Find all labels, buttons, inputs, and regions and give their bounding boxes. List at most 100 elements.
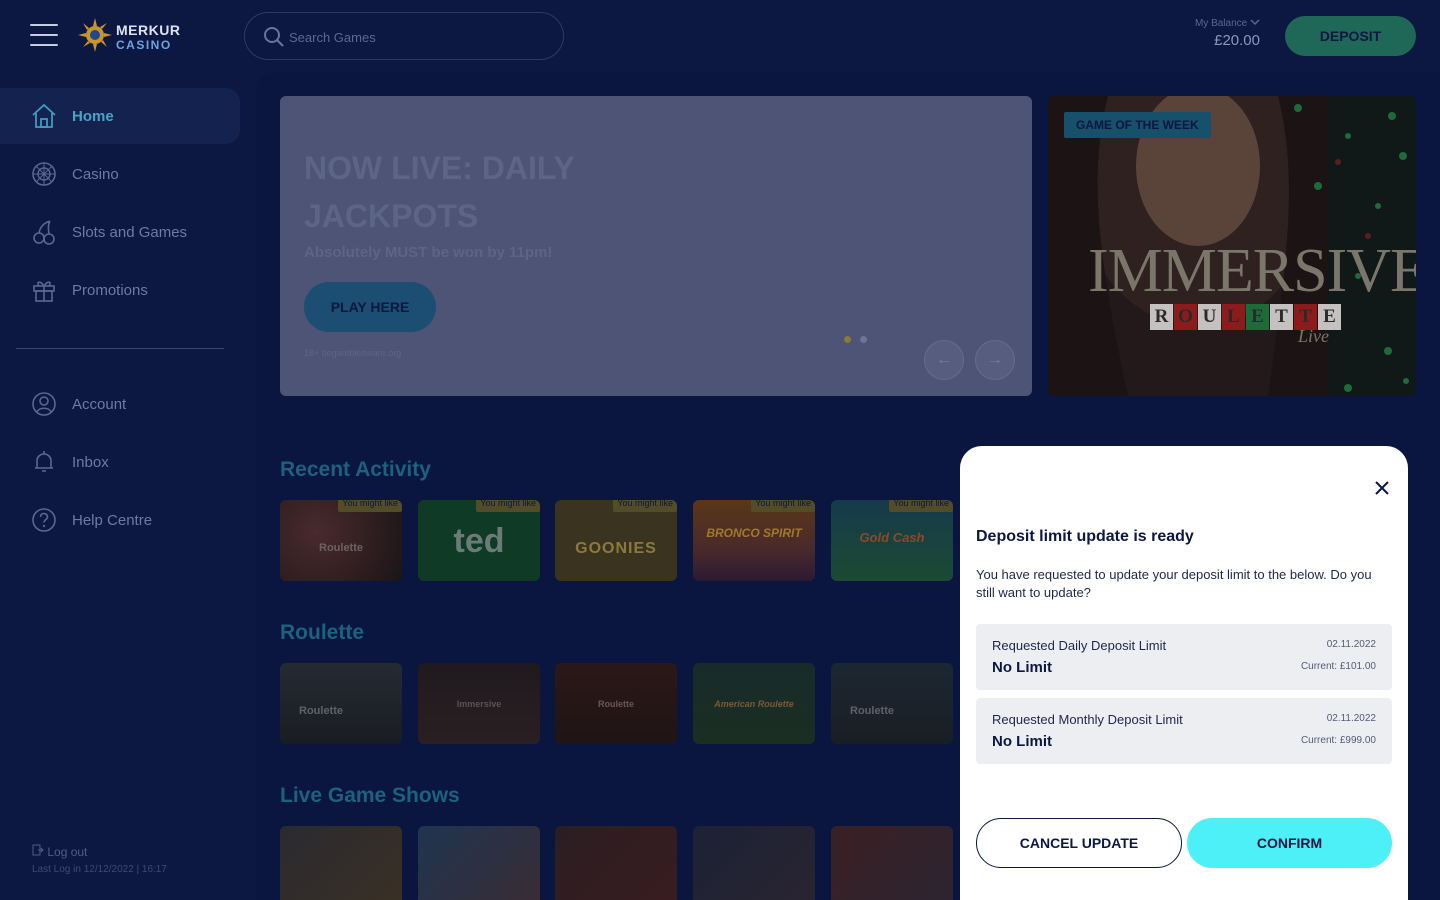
sidebar-item-account[interactable]: Account [0,376,240,432]
deposit-limit-modal: Deposit limit update is ready You have r… [960,446,1408,900]
tile-title: ted [453,522,505,560]
daily-limit-card: Requested Daily Deposit Limit No Limit 0… [976,624,1392,690]
tile-title: GOONIES [575,540,657,557]
tile-title: Roulette [850,705,894,717]
bell-icon [35,451,53,472]
limit-value: No Limit [992,659,1052,676]
game-of-the-week-card[interactable]: GAME OF THE WEEK IMMERSIVE R O U L E T T… [1048,96,1416,396]
menu-icon[interactable] [30,24,58,48]
game-tile-roulette-3[interactable]: Roulette [555,663,677,744]
hero-terms: 18+ begambleaware.org [304,348,402,358]
game-of-week-badge: GAME OF THE WEEK [1064,112,1211,138]
sidebar-item-label: Slots and Games [72,223,188,241]
search-input[interactable] [289,25,549,49]
game-tile-roulette-1[interactable]: Roulette [280,663,402,744]
carousel-next-arrow-icon[interactable]: → [975,340,1015,380]
game-tile-show-3[interactable] [555,826,677,900]
you-might-like-tag: You might like [751,500,815,512]
monthly-limit-card: Requested Monthly Deposit Limit No Limit… [976,698,1392,764]
game-tile-show-4[interactable] [693,826,815,900]
sidebar-item-slots[interactable]: Slots and Games [0,204,240,260]
game-title-live: Live [1298,326,1329,346]
sidebar-item-promotions[interactable]: Promotions [0,262,240,318]
tile-title: BRONCO SPIRIT [706,526,802,540]
tile-title: Roulette [598,699,634,709]
hero-title: NOW LIVE: DAILY JACKPOTS [304,150,575,234]
balance-label: My Balance [1194,18,1248,29]
logout-link[interactable]: Log out [32,844,87,859]
game-tile-roulette-4[interactable]: American Roulette [693,663,815,744]
limit-value: No Limit [992,733,1052,750]
play-here-button[interactable]: PLAY HERE [304,282,436,332]
game-title-immersive: IMMERSIVE [1088,237,1416,305]
carousel-dot-active[interactable] [844,336,851,343]
app-root: MERKUR CASINO My Balance £20.00 DEPOSIT … [0,0,1440,900]
game-tile-roulette-5[interactable]: Roulette [831,663,953,744]
limit-current: Current: £999.00 [1300,735,1376,746]
user-icon [32,392,56,416]
sidebar-item-label: Casino [72,165,119,183]
sidebar-item-home[interactable]: Home [0,88,240,144]
game-tile-show-5[interactable] [831,826,953,900]
sidebar-item-label: Help Centre [72,511,153,529]
limit-date: 02.11.2022 [1326,639,1376,650]
sidebar-item-label: Promotions [72,281,148,299]
roulette-wheel-icon [32,162,56,186]
deposit-button[interactable]: DEPOSIT [1285,16,1416,56]
modal-body: You have requested to update your deposi… [976,567,1372,600]
you-might-like-tag: You might like [613,500,677,512]
roulette-letter: O [1174,304,1197,330]
logo-text-bottom: CASINO [116,38,172,52]
logout-icon [32,844,44,856]
game-tile-show-2[interactable] [418,826,540,900]
limit-label: Requested Monthly Deposit Limit [992,712,1183,727]
modal-title: Deposit limit update is ready [976,528,1194,545]
cherries-icon [33,220,55,245]
section-title-live-shows: Live Game Shows [280,784,460,807]
roulette-letter: R [1150,304,1173,330]
game-tile-goonies[interactable]: GOONIES You might like [555,500,677,581]
merkur-casino-logo[interactable]: MERKUR CASINO [78,18,188,54]
gift-icon [33,281,55,302]
balance-display[interactable]: My Balance £20.00 [1195,18,1260,49]
sidebar-item-label: Inbox [72,453,109,471]
hero-banner[interactable]: NOW LIVE: DAILY JACKPOTS Absolutely MUST… [280,96,1032,396]
tile-title: American Roulette [714,699,794,709]
tile-title: Immersive [456,699,502,709]
balance-value: £20.00 [1214,32,1260,49]
carousel-prev-arrow-icon[interactable]: ← [924,340,964,380]
carousel-dot[interactable] [860,336,867,343]
sidebar: Home Casino Slots and Games Promotions A… [0,72,256,900]
search-box[interactable] [244,12,564,60]
hero-subtitle: Absolutely MUST be won by 11pm! [304,244,553,261]
game-tile-roulette-2[interactable]: Immersive [418,663,540,744]
roulette-letter: E [1246,304,1269,330]
confirm-button[interactable]: CONFIRM [1187,818,1392,868]
you-might-like-tag: You might like [476,500,540,512]
sidebar-item-label: Home [72,107,114,125]
limit-label: Requested Daily Deposit Limit [992,638,1167,653]
game-tile-show-1[interactable] [280,826,402,900]
tile-title: Roulette [319,542,363,554]
sidebar-divider [16,348,224,349]
search-icon [264,27,284,47]
game-tile-ted[interactable]: ted You might like [418,500,540,581]
sidebar-item-help[interactable]: Help Centre [0,492,240,548]
top-bar: MERKUR CASINO My Balance £20.00 DEPOSIT [0,0,1440,72]
home-icon [32,103,56,128]
game-tile-bronco-spirit[interactable]: BRONCO SPIRIT You might like [693,500,815,581]
sidebar-item-casino[interactable]: Casino [0,146,240,202]
sidebar-item-inbox[interactable]: Inbox [0,434,240,490]
section-title-roulette: Roulette [280,621,364,644]
limit-current: Current: £101.00 [1300,661,1376,672]
logout-label: Log out [47,845,88,859]
cancel-update-button[interactable]: CANCEL UPDATE [976,818,1182,868]
game-tile-roulette[interactable]: Roulette You might like [280,500,402,581]
sidebar-item-label: Account [72,395,127,413]
roulette-letter: T [1270,304,1293,330]
you-might-like-tag: You might like [889,500,953,512]
sun-logo-icon [78,18,112,52]
close-icon[interactable] [1370,476,1394,500]
last-login-text: Last Log in 12/12/2022 | 16:17 [32,864,167,875]
game-tile-gold-cash[interactable]: Gold Cash You might like [831,500,953,581]
